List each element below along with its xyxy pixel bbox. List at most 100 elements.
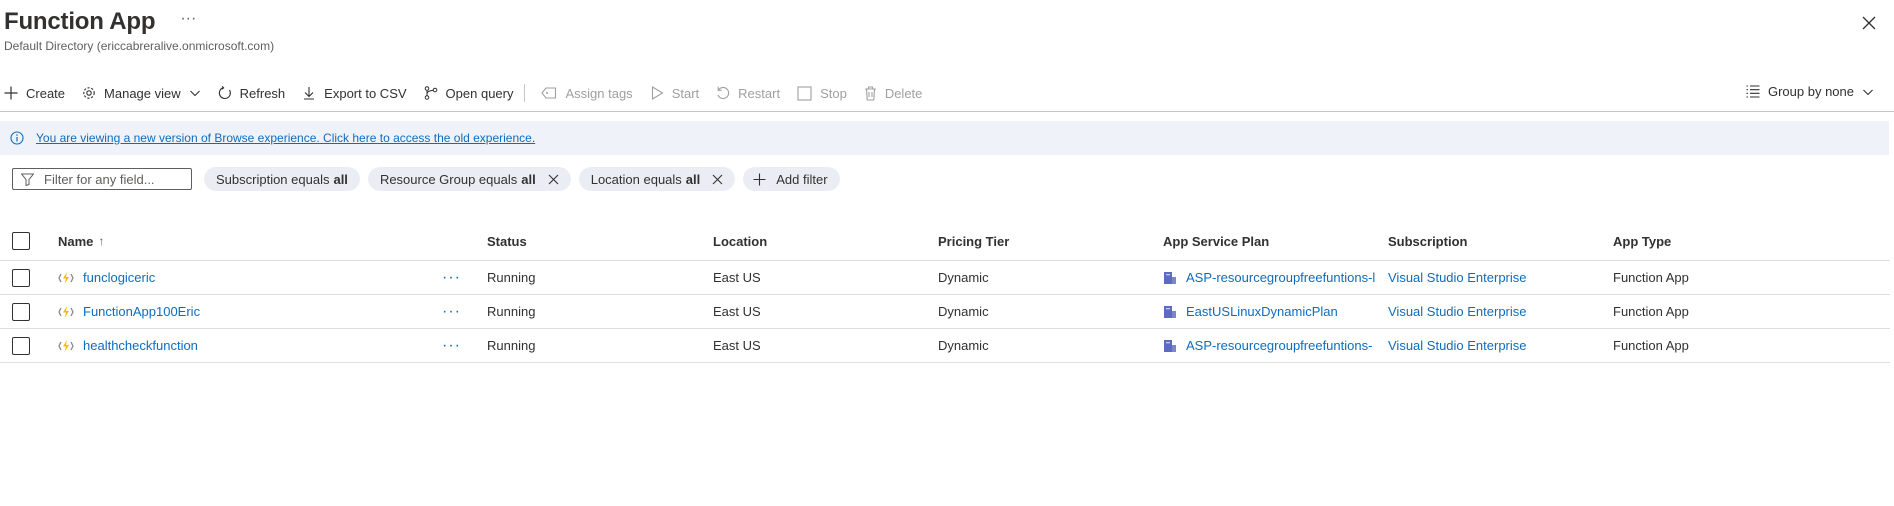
location-cell: East US (713, 338, 761, 353)
column-header-app-type[interactable]: App Type (1613, 222, 1833, 260)
manage-view-label: Manage view (104, 85, 181, 101)
restart-label: Restart (738, 85, 781, 101)
plus-icon (753, 173, 766, 185)
row-more-button[interactable]: ··· (442, 295, 466, 328)
app-service-plan-link[interactable]: ASP-resourcegroupfreefuntions-l (1186, 270, 1375, 285)
subscription-link[interactable]: Visual Studio Enterprise (1388, 304, 1527, 319)
close-icon (548, 174, 559, 184)
assign-tags-label: Assign tags (565, 85, 633, 101)
open-query-label: Open query (445, 85, 514, 101)
close-icon (712, 174, 723, 184)
select-all-checkbox[interactable] (12, 222, 31, 260)
chevron-down-icon (189, 90, 200, 97)
row-checkbox[interactable] (12, 295, 31, 328)
resource-name-link[interactable]: funclogiceric (83, 270, 155, 285)
refresh-button[interactable]: Refresh (218, 85, 286, 101)
export-csv-label: Export to CSV (324, 85, 407, 101)
filter-search-input[interactable]: Filter for any field... (12, 168, 192, 190)
status-cell: Running (487, 304, 536, 319)
query-icon (424, 86, 437, 100)
subscription-filter-value: all (333, 171, 348, 187)
subscription-cell: Visual Studio Enterprise (1388, 261, 1608, 294)
more-options-button[interactable]: ··· (180, 10, 196, 28)
subscription-cell: Visual Studio Enterprise (1388, 295, 1608, 328)
delete-label: Delete (884, 85, 923, 101)
app-service-plan-icon (1163, 339, 1177, 353)
play-icon (651, 86, 664, 100)
sort-ascending-icon: ↑ (98, 234, 105, 248)
old-experience-link[interactable]: You are viewing a new version of Browse … (36, 131, 535, 145)
app-service-plan-cell: ASP-resourcegroupfreefuntions- (1163, 329, 1378, 362)
resource-name-link[interactable]: FunctionApp100Eric (83, 304, 200, 319)
page-header: Function App ··· Default Directory (eric… (4, 8, 274, 53)
page-title: Function App (4, 8, 156, 35)
add-filter-button[interactable]: Add filter (743, 167, 840, 191)
app-type-cell: Function App (1613, 304, 1689, 319)
app-service-plan-link[interactable]: ASP-resourcegroupfreefuntions- (1186, 338, 1372, 353)
function-app-page: Function App ··· Default Directory (eric… (0, 0, 1894, 506)
column-header-pricing-tier[interactable]: Pricing Tier (938, 222, 1158, 260)
column-header-app-service-plan[interactable]: App Service Plan (1163, 222, 1378, 260)
stop-icon (797, 85, 812, 101)
row-more-button[interactable]: ··· (442, 329, 466, 362)
refresh-label: Refresh (239, 85, 286, 101)
location-filter-value: all (685, 171, 701, 187)
manage-view-button[interactable]: Manage view (82, 86, 201, 101)
column-header-name[interactable]: Name ↑ (58, 222, 418, 260)
table-row: funclogiceric ··· Running East US Dynami… (0, 261, 1890, 295)
assign-tags-button[interactable]: Assign tags (541, 85, 633, 101)
location-cell: East US (713, 304, 761, 319)
refresh-icon (218, 86, 231, 100)
app-service-plan-icon (1163, 305, 1177, 319)
toolbar-divider (524, 84, 526, 102)
app-service-plan-icon (1163, 271, 1177, 285)
location-filter-label: Location equals (590, 171, 682, 187)
restart-button[interactable]: Restart (716, 86, 780, 101)
group-by-dropdown[interactable]: Group by none (1746, 84, 1874, 99)
table-row: FunctionApp100Eric ··· Running East US D… (0, 295, 1890, 329)
start-label: Start (671, 85, 700, 101)
filter-placeholder: Filter for any field... (44, 171, 155, 187)
delete-button[interactable]: Delete (864, 85, 923, 101)
subscription-filter-label: Subscription equals (216, 171, 330, 187)
group-by-label: Group by none (1767, 84, 1854, 99)
column-header-status[interactable]: Status (487, 222, 707, 260)
info-banner: You are viewing a new version of Browse … (0, 121, 1889, 155)
function-app-icon (58, 339, 74, 353)
create-label: Create (26, 85, 66, 101)
toolbar-divider-line (0, 111, 1894, 112)
remove-filter-button[interactable] (548, 174, 559, 185)
location-cell: East US (713, 270, 761, 285)
plus-icon (4, 86, 18, 100)
status-cell: Running (487, 270, 536, 285)
start-button[interactable]: Start (650, 86, 699, 101)
column-header-subscription[interactable]: Subscription (1388, 222, 1608, 260)
row-checkbox[interactable] (12, 329, 31, 362)
location-filter-pill[interactable]: Location equals all (578, 167, 736, 191)
subscription-link[interactable]: Visual Studio Enterprise (1388, 270, 1527, 285)
close-button[interactable] (1860, 14, 1878, 32)
resource-name-link[interactable]: healthcheckfunction (83, 338, 198, 353)
subscription-link[interactable]: Visual Studio Enterprise (1388, 338, 1527, 353)
app-type-cell: Function App (1613, 338, 1689, 353)
directory-subtitle: Default Directory (ericcabreralive.onmic… (4, 39, 275, 53)
trash-icon (864, 85, 876, 101)
resource-group-filter-pill[interactable]: Resource Group equals all (367, 167, 571, 191)
open-query-button[interactable]: Open query (424, 85, 514, 101)
app-service-plan-link[interactable]: EastUSLinuxDynamicPlan (1186, 304, 1338, 319)
remove-filter-button[interactable] (712, 174, 723, 185)
row-more-button[interactable]: ··· (442, 261, 466, 294)
status-cell: Running (487, 338, 536, 353)
pricing-tier-cell: Dynamic (938, 304, 989, 319)
subscription-filter-pill[interactable]: Subscription equals all (204, 167, 360, 191)
pricing-tier-cell: Dynamic (938, 270, 989, 285)
resource-group-filter-label: Resource Group equals (379, 171, 518, 187)
export-csv-button[interactable]: Export to CSV (302, 85, 407, 101)
resources-table: Name ↑ Status Location Pricing Tier App … (0, 222, 1890, 363)
chevron-down-icon (1863, 89, 1873, 95)
column-header-location[interactable]: Location (713, 222, 933, 260)
stop-button[interactable]: Stop (797, 86, 847, 101)
row-checkbox[interactable] (12, 261, 31, 294)
create-button[interactable]: Create (4, 86, 65, 101)
info-icon (10, 131, 24, 145)
